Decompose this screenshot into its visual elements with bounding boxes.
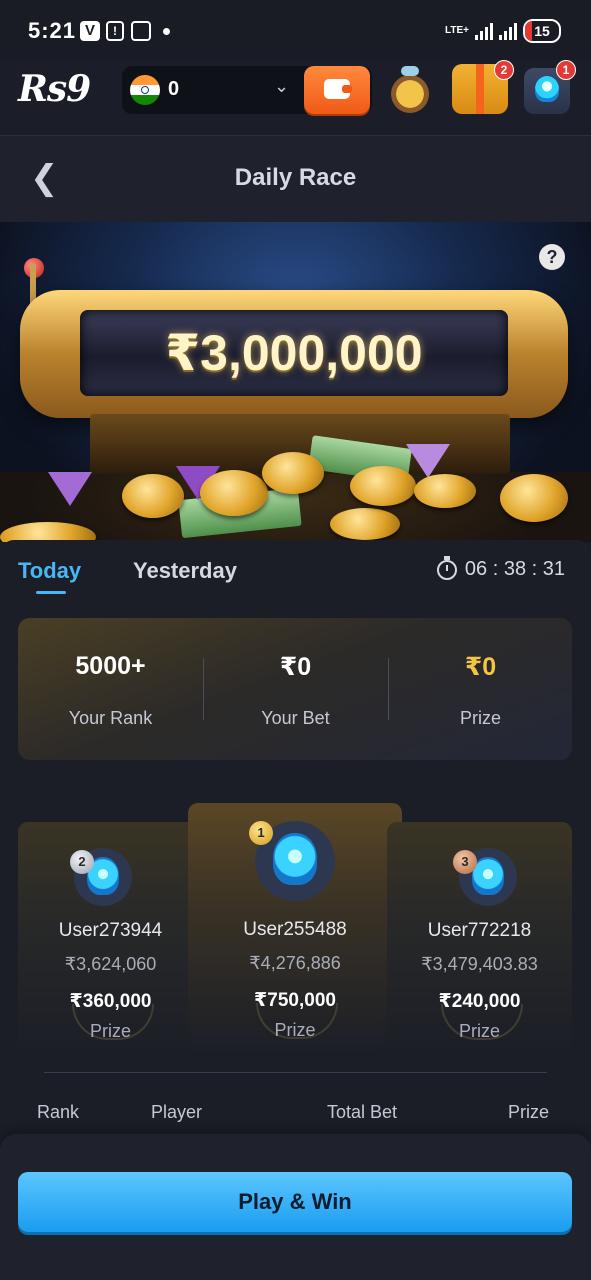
brand-logo[interactable]: Rs9 [18,68,91,110]
stat-bet-label: Your Bet [261,708,330,728]
gem-icon [406,444,450,478]
countdown-value: 06 : 38 : 31 [464,558,565,580]
support-badge: 1 [556,60,576,80]
podium-total-bet: ₹3,479,403.83 [421,954,538,974]
treasure-jar-icon[interactable] [385,64,435,114]
stat-prize-value: ₹0 [464,653,497,681]
india-flag-icon [130,75,160,105]
bronze-medal-icon: 3 [453,850,477,874]
status-bar: 5:21 V ! LTE+ 15 [0,0,591,60]
prize-display: ₹3,000,000 [80,310,508,396]
podium-second[interactable]: 2 User273944 ₹3,624,060 ₹360,000 Prize [18,822,203,1056]
signal-2-icon [499,22,517,40]
column-header-total-bet: Total Bet [327,1102,398,1122]
gem-icon [48,472,92,506]
signal-icon [475,22,493,40]
stat-rank-value: 5000+ [75,652,146,680]
tab-today[interactable]: Today [18,558,81,584]
app-header: Rs9 0 ⌄ 2 1 [0,60,591,136]
screenshot-icon [131,21,151,41]
balance-amount: 0 [168,78,180,100]
coin-icon [500,474,568,522]
wallet-icon [324,79,352,99]
stat-rank-label: Your Rank [68,708,153,728]
coin-icon [262,452,324,494]
page-title: Daily Race [234,164,357,191]
coin-icon [330,508,400,540]
column-header-prize: Prize [508,1102,550,1122]
stat-bet-value: ₹0 [279,653,312,681]
play-and-win-button[interactable]: Play & Win [18,1172,572,1232]
stopwatch-icon [436,555,457,580]
network-type: LTE+ [445,25,469,36]
wallet-button[interactable] [304,66,370,114]
stat-prize: ₹0 Prize [388,618,573,760]
stat-prize-label: Prize [459,708,501,728]
coin-icon [350,466,416,506]
podium-total-bet: ₹3,624,060 [64,954,157,974]
podium-username: User273944 [58,920,163,941]
vpn-icon: V [80,21,100,41]
slot-machine-illustration: ₹3,000,000 [20,290,568,418]
coin-icon [200,470,268,516]
podium-total-bet: ₹4,276,886 [249,953,341,973]
podium-username: User255488 [243,919,347,940]
gold-medal-icon: 1 [249,821,273,845]
notification-dot-icon [163,28,170,35]
stat-rank: 5000+ Your Rank [18,618,203,760]
battery-saver-icon: ! [106,21,124,41]
table-divider [44,1072,547,1073]
stat-bet: ₹0 Your Bet [203,618,388,760]
podium-prize-label: Prize [458,1021,500,1041]
balance-selector[interactable]: 0 ⌄ [122,66,372,114]
coin-icon [414,474,476,508]
column-header-rank: Rank [37,1102,80,1122]
battery-icon: 15 [523,19,561,43]
prize-banner: ? ₹3,000,000 [0,222,591,542]
status-right: LTE+ 15 [445,18,561,44]
countdown-timer: 06 : 38 : 31 [436,555,565,581]
tab-yesterday[interactable]: Yesterday [133,558,237,584]
podium-prize-label: Prize [274,1020,316,1040]
footer-bar: Play & Win [0,1134,591,1280]
support-icon[interactable]: 1 [524,60,576,114]
gift-badge: 2 [494,60,514,80]
tab-indicator [36,591,66,594]
my-stats-card: 5000+ Your Rank ₹0 Your Bet ₹0 Prize [18,618,572,760]
prize-pool-amount: ₹3,000,000 [165,325,423,381]
chevron-down-icon[interactable]: ⌄ [274,76,289,97]
gift-box-icon[interactable]: 2 [452,60,514,114]
podium-first[interactable]: 1 User255488 ₹4,276,886 ₹750,000 Prize [188,803,402,1056]
podium-third[interactable]: 3 User772218 ₹3,479,403.83 ₹240,000 Priz… [387,822,572,1056]
page-titlebar: ❮ Daily Race [0,136,591,222]
column-header-player: Player [151,1102,203,1122]
podium-prize-label: Prize [89,1021,131,1041]
help-icon[interactable]: ? [539,244,565,270]
podium-username: User772218 [427,920,532,941]
status-time: 5:21 [28,18,77,43]
coin-icon [122,474,184,518]
silver-medal-icon: 2 [70,850,94,874]
